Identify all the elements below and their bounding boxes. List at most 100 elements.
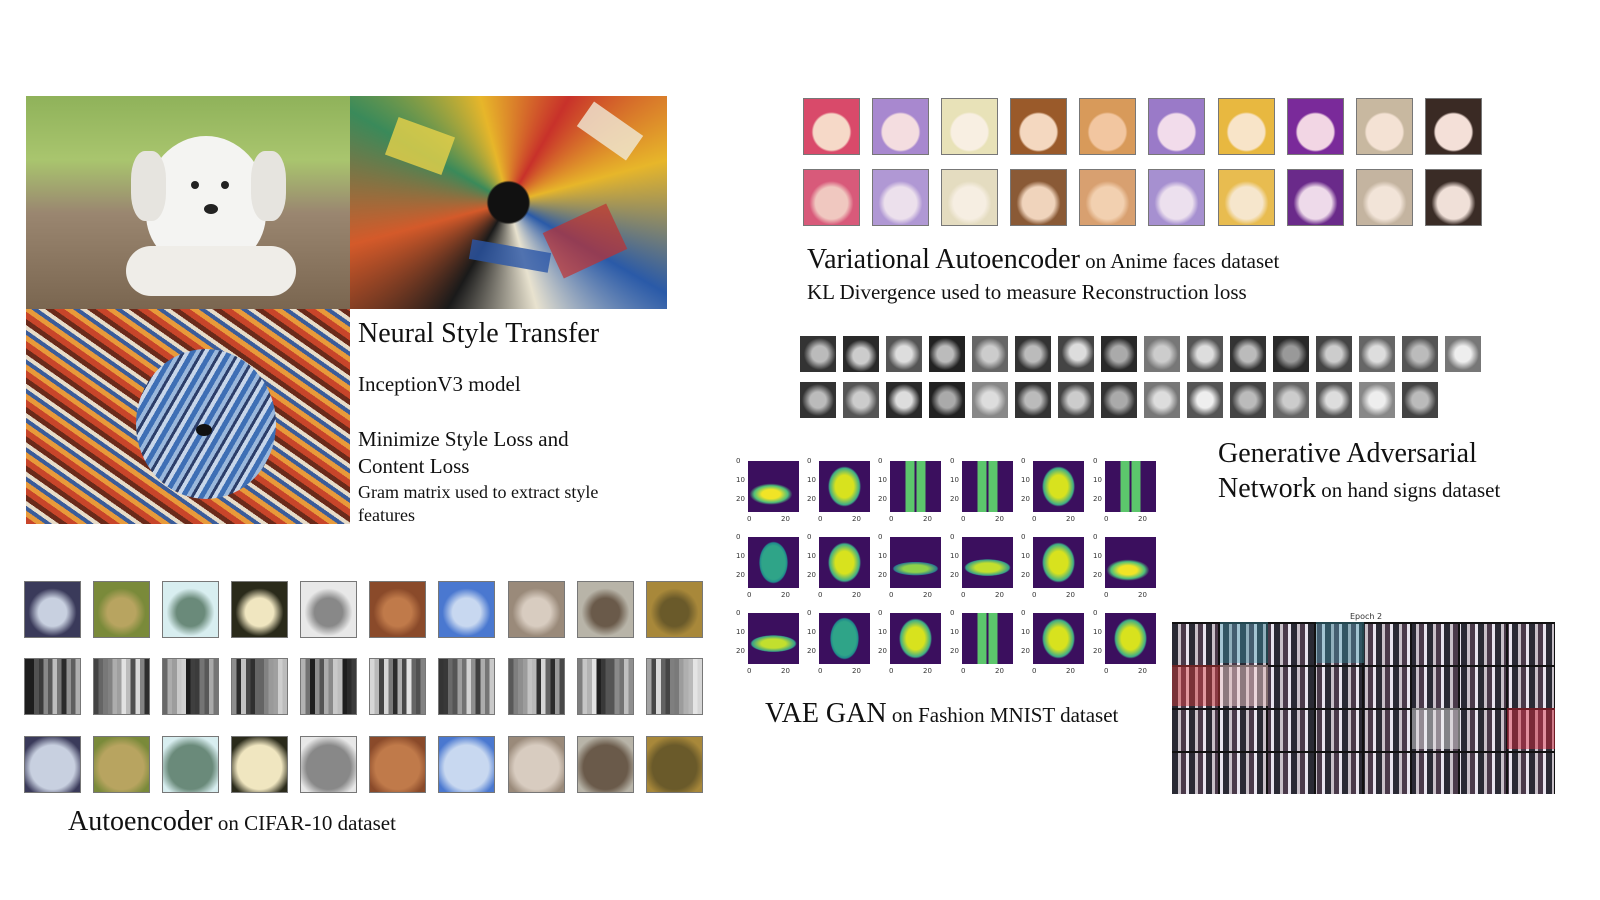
plot-x-tick-label: 0: [818, 591, 823, 599]
plot-y-tick-label: 0: [736, 457, 741, 465]
anime-face-thumb: [1148, 98, 1205, 155]
plot-x-tick-label: 0: [1104, 515, 1109, 523]
plot-y-tick-label: 10: [1093, 476, 1102, 484]
cifar-reconstructed-thumb: [93, 736, 150, 793]
hand-sign-thumb: [1230, 336, 1266, 372]
cifar-reconstructed-thumb: [508, 736, 565, 793]
plot-y-tick-label: 20: [878, 495, 887, 503]
cifar-original-thumb: [24, 581, 81, 638]
anime-recon-thumb: [1148, 169, 1205, 226]
plot-x-tick-label: 0: [889, 515, 894, 523]
anime-face-thumb: [872, 98, 929, 155]
plot-y-tick-label: 0: [1021, 457, 1026, 465]
cifar-latent-code-thumb: [24, 658, 81, 715]
plot-x-tick-label: 0: [1032, 591, 1037, 599]
plot-y-tick-label: 0: [807, 533, 812, 541]
cifar-original-thumb: [438, 581, 495, 638]
anime-face-thumb: [1218, 98, 1275, 155]
plot-x-tick-label: 0: [818, 515, 823, 523]
anime-recon-thumb: [1356, 169, 1413, 226]
plot-y-tick-label: 0: [1093, 533, 1098, 541]
fashion-mnist-sample-plot: [1105, 537, 1156, 588]
plot-y-tick-label: 20: [1093, 647, 1102, 655]
anime-recon-thumb: [872, 169, 929, 226]
plot-y-tick-label: 20: [950, 571, 959, 579]
content-image-dog: [26, 96, 350, 309]
fashion-mnist-sample-plot: [1105, 461, 1156, 512]
fashion-mnist-sample-plot: [748, 613, 799, 664]
vae-gan-title-main: VAE GAN: [765, 698, 887, 729]
vae-gan-title-dataset: on Fashion MNIST dataset: [886, 703, 1119, 727]
plot-x-tick-label: 20: [1066, 591, 1075, 599]
plot-x-tick-label: 20: [852, 591, 861, 599]
cifar-reconstructed-thumb: [231, 736, 288, 793]
plot-x-tick-label: 0: [961, 667, 966, 675]
cifar-reconstructed-thumb: [300, 736, 357, 793]
plot-y-tick-label: 0: [1093, 457, 1098, 465]
hand-sign-thumb: [972, 382, 1008, 418]
style-transfer-title: Neural Style Transfer: [358, 318, 600, 349]
plot-x-tick-label: 20: [781, 515, 790, 523]
cifar-latent-code-thumb: [300, 658, 357, 715]
plot-y-tick-label: 20: [1093, 495, 1102, 503]
fashion-mnist-sample-plot: [748, 537, 799, 588]
anime-recon-thumb: [1010, 169, 1067, 226]
hand-sign-thumb: [1445, 336, 1481, 372]
plot-x-tick-label: 20: [995, 591, 1004, 599]
fashion-mnist-sample-plot: [962, 461, 1013, 512]
anime-recon-thumb: [1425, 169, 1482, 226]
anime-face-thumb: [1356, 98, 1413, 155]
plot-y-tick-label: 0: [1021, 609, 1026, 617]
vae-title-dataset: on Anime faces dataset: [1079, 249, 1280, 273]
fashion-mnist-sample-plot: [819, 461, 870, 512]
gan-title-network: Network: [1218, 473, 1316, 504]
gan-epoch-sample-grid: [1172, 622, 1555, 794]
plot-y-tick-label: 0: [878, 457, 883, 465]
hand-sign-thumb: [1144, 336, 1180, 372]
hand-sign-thumb: [843, 336, 879, 372]
vae-title: Variational Autoencoder on Anime faces d…: [807, 244, 1279, 276]
anime-face-thumb: [803, 98, 860, 155]
plot-x-tick-label: 20: [1138, 667, 1147, 675]
plot-x-tick-label: 20: [923, 591, 932, 599]
hand-sign-thumb: [1359, 382, 1395, 418]
plot-x-tick-label: 0: [747, 515, 752, 523]
gram-label-line2: features: [358, 505, 415, 525]
fashion-mnist-sample-plot: [819, 613, 870, 664]
cifar-original-thumb: [646, 581, 703, 638]
plot-y-tick-label: 10: [1021, 552, 1030, 560]
plot-x-tick-label: 0: [961, 515, 966, 523]
cifar-latent-code-thumb: [231, 658, 288, 715]
plot-x-tick-label: 0: [1032, 515, 1037, 523]
loss-label-line1: Minimize Style Loss and: [358, 427, 569, 451]
gan-title-line1: Generative Adversarial: [1218, 438, 1477, 469]
plot-y-tick-label: 20: [878, 647, 887, 655]
plot-y-tick-label: 20: [950, 495, 959, 503]
anime-recon-thumb: [941, 169, 998, 226]
plot-y-tick-label: 20: [736, 647, 745, 655]
plot-x-tick-label: 20: [923, 667, 932, 675]
plot-y-tick-label: 0: [950, 609, 955, 617]
plot-y-tick-label: 10: [1093, 552, 1102, 560]
plot-y-tick-label: 10: [736, 476, 745, 484]
vae-gan-title: VAE GAN on Fashion MNIST dataset: [765, 698, 1118, 730]
plot-x-tick-label: 0: [889, 667, 894, 675]
plot-x-tick-label: 20: [923, 515, 932, 523]
fashion-mnist-sample-plot: [1033, 537, 1084, 588]
hand-sign-thumb: [800, 382, 836, 418]
plot-y-tick-label: 10: [950, 476, 959, 484]
plot-x-tick-label: 20: [995, 667, 1004, 675]
cifar-latent-code-thumb: [438, 658, 495, 715]
plot-x-tick-label: 20: [781, 667, 790, 675]
plot-y-tick-label: 0: [736, 609, 741, 617]
plot-y-tick-label: 20: [807, 571, 816, 579]
fashion-mnist-sample-plot: [890, 537, 941, 588]
cifar-reconstructed-thumb: [162, 736, 219, 793]
hand-sign-thumb: [1402, 336, 1438, 372]
cifar-latent-code-thumb: [369, 658, 426, 715]
model-label: InceptionV3 model: [358, 372, 521, 396]
gan-title-line2: Network on hand signs dataset: [1218, 473, 1500, 505]
anime-face-thumb: [1287, 98, 1344, 155]
stylized-output-image: [26, 309, 350, 524]
anime-face-thumb: [1010, 98, 1067, 155]
